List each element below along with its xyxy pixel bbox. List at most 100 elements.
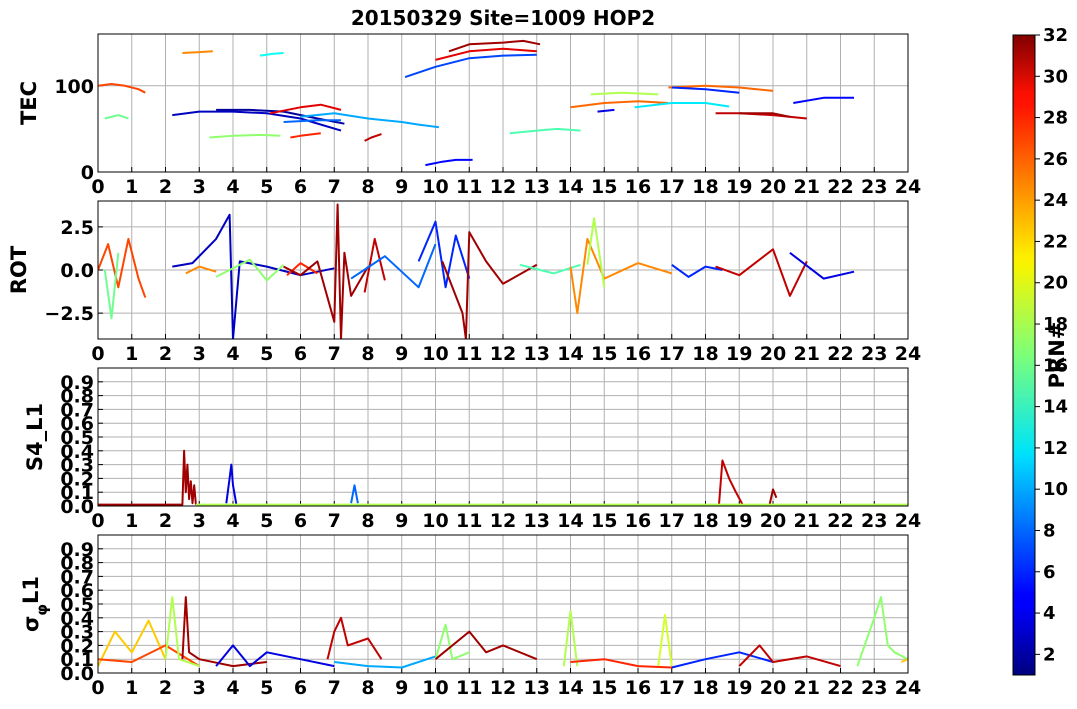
x-tick-label: 1 [125,176,138,198]
x-tick-label: 0 [91,343,104,365]
x-tick-label: 12 [490,176,516,198]
x-tick-label: 12 [490,677,516,699]
x-tick-label: 21 [794,677,820,699]
colorbar-tick-label: 22 [1043,231,1068,252]
colorbar-tick-label: 30 [1043,66,1068,87]
x-tick-label: 6 [294,343,307,365]
x-tick-label: 19 [726,343,752,365]
x-tick-label: 4 [226,677,239,699]
chart-title: 20150329 Site=1009 HOP2 [351,6,655,30]
colorbar-tick-label: 20 [1043,273,1068,294]
x-tick-label: 7 [328,510,341,532]
panels: 0 1 2 3 4 5 6 7 8 9 10 11 12 13 14 15 16 17 18 19 20 21 22 23 24… [7,33,921,699]
colorbar-gradient [1012,34,1036,676]
x-tick-label: 11 [456,343,482,365]
y-axis-label: TEC [17,81,41,125]
x-tick-label: 20 [760,343,786,365]
y-axis-label: σφL1 [19,576,51,632]
x-tick-label: 2 [159,510,172,532]
x-tick-label: 19 [726,677,752,699]
x-tick-label: 21 [794,343,820,365]
x-tick-label: 22 [827,176,853,198]
x-tick-label: 2 [159,343,172,365]
colorbar-tick-label: 12 [1043,438,1068,459]
x-tick-label: 16 [625,343,651,365]
x-tick-label: 21 [794,510,820,532]
x-tick-label: 5 [260,176,273,198]
colorbar-tick-label: 2 [1043,644,1056,665]
x-tick-label: 6 [294,176,307,198]
x-tick-label: 3 [193,343,206,365]
x-tick-label: 17 [659,343,685,365]
colorbar-tick-label: 14 [1043,397,1068,418]
x-tick-label: 18 [692,176,718,198]
colorbar-tick-label: 32 [1043,25,1068,46]
x-tick-label: 20 [760,677,786,699]
x-tick-label: 5 [260,677,273,699]
x-tick-label: 6 [294,677,307,699]
y-axis-label: S4_L1 [23,403,47,471]
colorbar-label: PRN# [1045,322,1069,389]
colorbar-tick-label: 10 [1043,479,1068,500]
x-tick-label: 4 [226,176,239,198]
y-tick-label: 100 [54,76,94,98]
y-tick-label: 0.0 [60,260,94,282]
x-tick-label: 24 [895,677,921,699]
x-tick-label: 2 [159,677,172,699]
x-tick-label: 1 [125,677,138,699]
x-tick-label: 15 [591,343,617,365]
x-tick-label: 23 [861,510,887,532]
x-tick-label: 7 [328,343,341,365]
panel-1: 0 1 2 3 4 5 6 7 8 9 10 11 12 13 14 15 16 17 18 19 20 21 22 23 24… [17,33,921,198]
x-tick-label: 15 [591,677,617,699]
x-tick-label: 17 [659,176,685,198]
x-tick-label: 11 [456,677,482,699]
x-tick-label: 8 [361,510,374,532]
y-tick-label: 0.9 [60,372,94,394]
x-tick-label: 19 [726,176,752,198]
x-tick-label: 23 [861,677,887,699]
x-tick-label: 3 [193,677,206,699]
x-tick-label: 2 [159,176,172,198]
x-tick-label: 14 [557,510,583,532]
x-tick-label: 19 [726,510,752,532]
x-tick-label: 22 [827,343,853,365]
x-tick-label: 21 [794,176,820,198]
x-tick-label: 9 [395,677,408,699]
x-tick-label: 4 [226,343,239,365]
colorbar-tick-label: 8 [1043,520,1056,541]
x-tick-label: 13 [524,343,550,365]
x-tick-label: 14 [557,677,583,699]
colorbar-tick-label: 28 [1043,108,1068,129]
y-tick-label: −2.5 [44,303,94,325]
x-tick-label: 3 [193,176,206,198]
x-tick-label: 20 [760,176,786,198]
panel-2: 0 1 2 3 4 5 6 7 8 9 10 11 12 13 14 15 16 17 18 19 20 21 22 23 24… [7,200,921,365]
colorbar-tick-label: 4 [1043,603,1056,624]
x-tick-label: 13 [524,510,550,532]
x-tick-label: 11 [456,510,482,532]
x-tick-label: 9 [395,176,408,198]
x-tick-label: 5 [260,343,273,365]
x-tick-label: 18 [692,343,718,365]
x-tick-label: 8 [361,677,374,699]
x-tick-label: 23 [861,176,887,198]
x-tick-label: 1 [125,343,138,365]
x-tick-label: 14 [557,343,583,365]
y-tick-label: 0 [81,162,94,184]
x-tick-label: 16 [625,510,651,532]
x-tick-label: 18 [692,677,718,699]
y-tick-label: 2.5 [60,217,94,239]
figure: 20150329 Site=1009 HOP2 0 1 2 3 4 5 6 7 8 9 10 11 12… [7,6,1069,699]
x-tick-label: 24 [895,176,921,198]
x-tick-label: 22 [827,677,853,699]
x-tick-label: 10 [422,677,448,699]
x-tick-label: 17 [659,510,685,532]
x-tick-label: 13 [524,677,550,699]
colorbar-tick-label: 26 [1043,149,1068,170]
x-tick-label: 12 [490,343,516,365]
x-tick-label: 15 [591,510,617,532]
x-tick-label: 20 [760,510,786,532]
x-tick-label: 9 [395,510,408,532]
panel-4: 0 1 2 3 4 5 6 7 8 9 10 11 12 13 14 15 16 17 18 19 20 21 22 23 24… [19,534,921,699]
